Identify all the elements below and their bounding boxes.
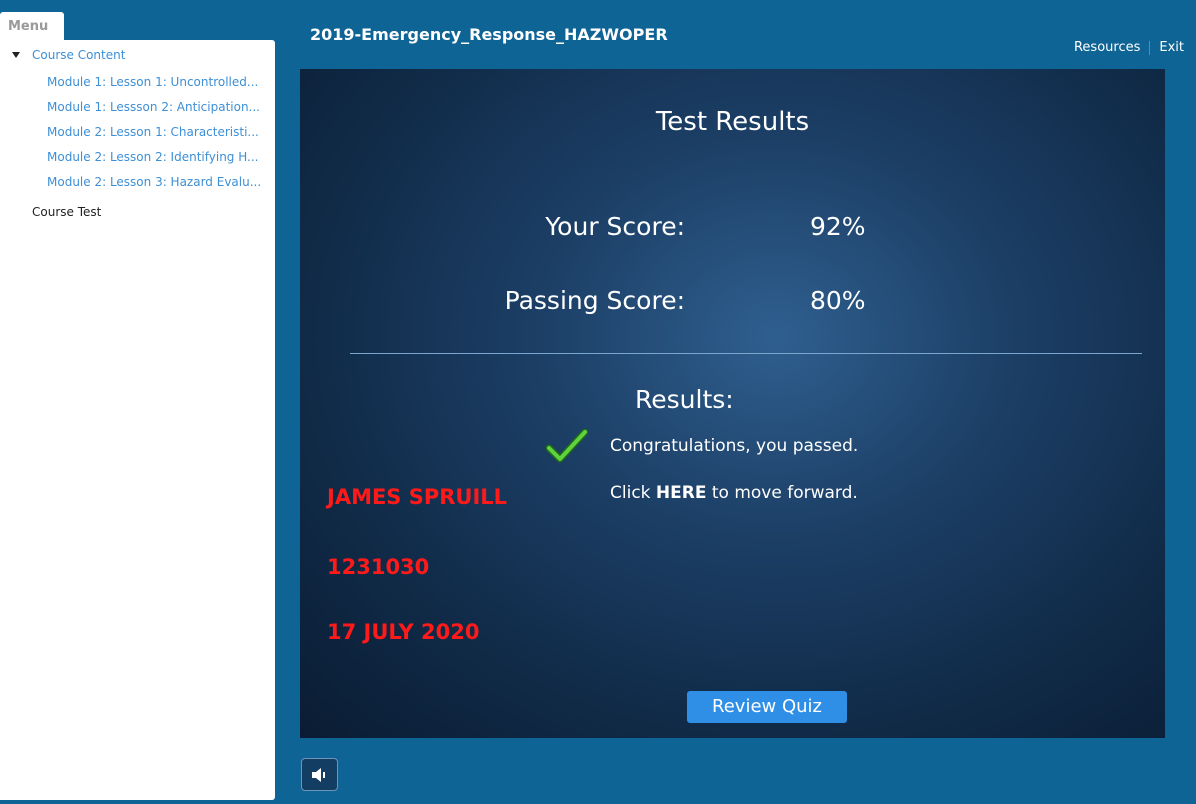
your-score-label: Your Score: [545, 212, 685, 241]
here-link[interactable]: HERE [656, 483, 707, 503]
divider [350, 353, 1142, 354]
passing-score-label: Passing Score: [504, 286, 685, 315]
results-label: Results: [635, 385, 734, 414]
sidebar-lesson[interactable]: Module 1: Lessson 2: Anticipation... [47, 100, 275, 114]
sidebar-item-course-test[interactable]: Course Test [32, 205, 101, 219]
triangle-down-icon [12, 52, 20, 58]
move-forward-message: Click HERE to move forward. [610, 483, 858, 503]
click-suffix: to move forward. [711, 483, 858, 503]
exit-link[interactable]: Exit [1159, 40, 1184, 55]
passed-message: Congratulations, you passed. [610, 436, 859, 456]
sidebar-lesson[interactable]: Module 2: Lesson 2: Identifying H... [47, 150, 275, 164]
sidebar-lesson[interactable]: Module 2: Lesson 1: Characteristi... [47, 125, 275, 139]
sidebar-lesson[interactable]: Module 2: Lesson 3: Hazard Evalu... [47, 175, 275, 189]
sidebar-lesson[interactable]: Module 1: Lesson 1: Uncontrolled... [47, 75, 275, 89]
header-links: Resources Exit [1074, 40, 1184, 55]
checkmark-icon [546, 429, 588, 463]
slide-title: Test Results [655, 107, 810, 137]
sidebar-item-label: Course Content [32, 48, 126, 62]
speaker-icon [311, 767, 325, 782]
click-prefix: Click [610, 483, 651, 503]
stamp-date: 17 JULY 2020 [327, 620, 480, 644]
audio-button[interactable] [301, 758, 338, 791]
link-separator [1149, 40, 1151, 55]
review-quiz-button[interactable]: Review Quiz [687, 691, 847, 723]
stamp-id: 1231030 [327, 555, 430, 579]
results-slide: Test Results Your Score: 92% Passing Sco… [300, 69, 1165, 738]
your-score-value: 92% [810, 212, 866, 241]
course-title: 2019-Emergency_Response_HAZWOPER [310, 25, 668, 44]
menu-tab[interactable]: Menu [0, 12, 64, 42]
sidebar: Course Content Module 1: Lesson 1: Uncon… [0, 40, 275, 800]
resources-link[interactable]: Resources [1074, 40, 1140, 55]
passing-score-value: 80% [810, 286, 866, 315]
stamp-name: JAMES SPRUILL [327, 485, 508, 509]
sidebar-item-course-content[interactable]: Course Content [12, 48, 125, 62]
